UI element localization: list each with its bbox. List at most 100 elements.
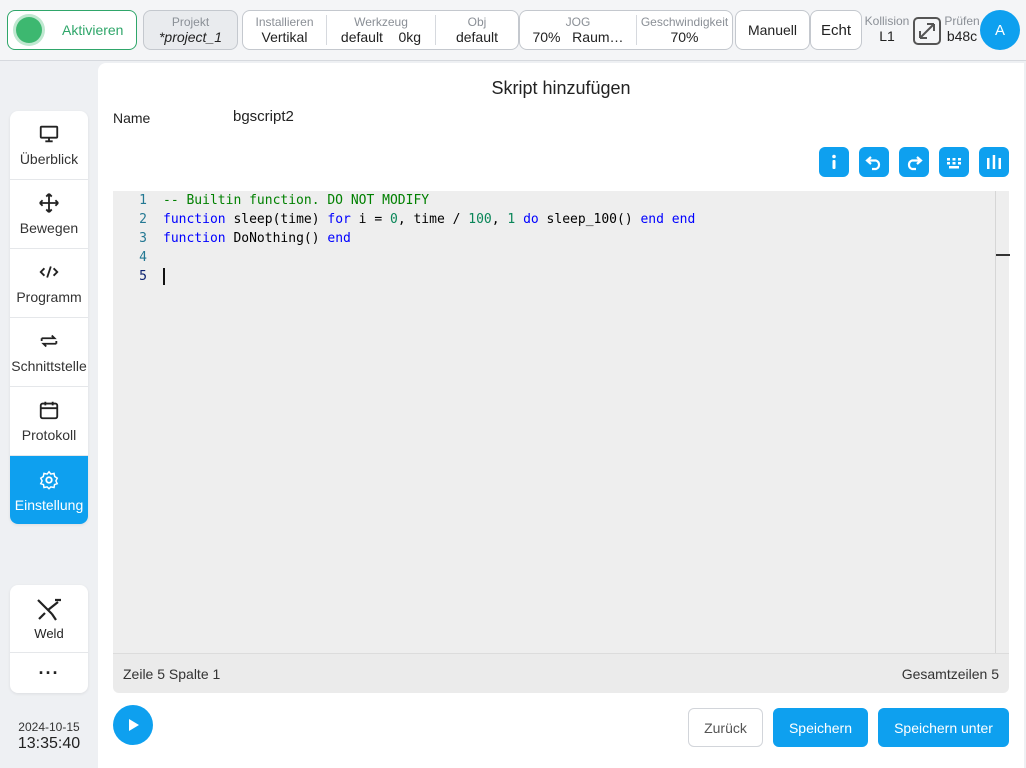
- manual-mode-button[interactable]: Manuell: [735, 10, 810, 50]
- project-selector[interactable]: Projekt *project_1: [143, 10, 238, 50]
- weld-label: Weld: [34, 625, 64, 641]
- sidebar-item-label: Programm: [16, 289, 82, 305]
- sidebar-item-label: Protokoll: [21, 427, 77, 443]
- redo-icon: [907, 156, 923, 171]
- clock-date: 2024-10-15: [18, 720, 80, 734]
- weld-torch-icon: [37, 598, 61, 621]
- sidebar-item-label: Bewegen: [19, 220, 79, 236]
- columns-icon: [987, 155, 1001, 169]
- code-editor[interactable]: 1 2 3 4 5 -- Builtin function. DO NOT MO…: [113, 191, 1010, 653]
- save-as-button[interactable]: Speichern unter: [878, 708, 1009, 747]
- gear-icon: [39, 470, 59, 490]
- activate-label: Aktivieren: [62, 22, 124, 38]
- back-button[interactable]: Zurück: [688, 708, 763, 747]
- keyboard-button[interactable]: [939, 147, 969, 177]
- jog-cell[interactable]: JOG 70% Raum…: [520, 15, 637, 45]
- collision-value: L1: [879, 28, 895, 44]
- keyboard-icon: [947, 158, 961, 169]
- tool-weight: 0kg: [398, 29, 422, 45]
- code-line[interactable]: -- Builtin function. DO NOT MODIFY: [163, 191, 695, 210]
- status-led-icon: [16, 17, 42, 43]
- redo-button[interactable]: [899, 147, 929, 177]
- scroll-position-marker: [996, 254, 1010, 256]
- clock: 2024-10-15 13:35:40: [10, 720, 88, 753]
- info-icon: [832, 154, 836, 169]
- undo-icon: [865, 156, 881, 171]
- install-cell[interactable]: Installieren Vertikal: [243, 15, 327, 45]
- name-label: Name: [113, 110, 151, 126]
- speed-cell[interactable]: Geschwindigkeit 70%: [637, 15, 732, 45]
- activate-button[interactable]: Aktivieren: [7, 10, 137, 50]
- play-icon: [129, 719, 139, 731]
- project-caption: Projekt: [171, 15, 210, 29]
- sidebar-item-overview[interactable]: Überblick: [10, 111, 88, 180]
- project-value: *project_1: [158, 29, 223, 45]
- columns-button[interactable]: [979, 147, 1009, 177]
- name-field[interactable]: bgscript2: [233, 108, 294, 125]
- sidebar-item-label: Schnittstelle: [11, 358, 87, 374]
- sidebar-item-weld[interactable]: Weld: [10, 585, 88, 653]
- line-number: 4: [139, 250, 147, 265]
- code-line[interactable]: [163, 267, 695, 286]
- object-value: default: [455, 29, 499, 45]
- monitor-icon: [39, 125, 59, 143]
- check-indicator[interactable]: Prüfen b48c: [944, 14, 980, 45]
- check-caption: Prüfen: [944, 14, 980, 28]
- jog-caption: JOG: [565, 15, 591, 29]
- code-line[interactable]: [163, 248, 695, 267]
- sidebar-item-program[interactable]: Programm: [10, 249, 88, 318]
- speed-value: 70%: [670, 29, 699, 45]
- sidebar-item-log[interactable]: Protokoll: [10, 387, 88, 456]
- install-group[interactable]: Installieren Vertikal Werkzeug default 0…: [242, 10, 519, 50]
- collision-indicator[interactable]: Kollision L1: [864, 14, 910, 45]
- sidebar-item-label: Einstellung: [14, 496, 84, 513]
- jog-speed-group[interactable]: JOG 70% Raum… Geschwindigkeit 70%: [519, 10, 733, 50]
- save-button[interactable]: Speichern: [773, 708, 868, 747]
- line-number: 5: [139, 269, 147, 284]
- script-dialog: Skript hinzufügen Name bgscript2 1 2 3 4…: [98, 63, 1024, 768]
- editor-status-bar: Zeile 5 Spalte 1 Gesamtzeilen 5: [113, 653, 1009, 693]
- collision-caption: Kollision: [864, 14, 910, 28]
- editor-scrollbar[interactable]: [995, 191, 1010, 653]
- editor-toolbar: [819, 147, 1009, 177]
- sidebar-nav: Überblick Bewegen Programm Schnittstelle…: [10, 111, 88, 524]
- info-button[interactable]: [819, 147, 849, 177]
- avatar[interactable]: A: [980, 10, 1020, 50]
- code-icon: [39, 266, 59, 278]
- line-number-gutter: 1 2 3 4 5: [113, 191, 153, 653]
- speed-caption: Geschwindigkeit: [640, 15, 729, 29]
- line-number: 3: [139, 231, 147, 246]
- real-mode-button[interactable]: Echt: [810, 10, 862, 50]
- clock-time: 13:35:40: [17, 735, 81, 752]
- run-script-button[interactable]: [113, 705, 153, 745]
- more-menu-icon[interactable]: ···: [10, 653, 88, 693]
- line-number: 2: [139, 212, 147, 227]
- sidebar-item-interface[interactable]: Schnittstelle: [10, 318, 88, 387]
- jog-percent: 70%: [532, 29, 561, 45]
- code-line[interactable]: function sleep(time) for i = 0, time / 1…: [163, 210, 695, 229]
- move-icon: [39, 193, 59, 213]
- check-value: b48c: [946, 28, 978, 44]
- object-caption: Obj: [467, 15, 487, 29]
- object-cell[interactable]: Obj default: [436, 15, 518, 45]
- jog-mode: Raum…: [572, 29, 624, 45]
- total-lines: Gesamtzeilen 5: [901, 665, 999, 682]
- undo-button[interactable]: [859, 147, 889, 177]
- text-cursor: [163, 268, 165, 285]
- code-text[interactable]: -- Builtin function. DO NOT MODIFY functi…: [163, 191, 695, 286]
- tool-cell[interactable]: Werkzeug default 0kg: [327, 15, 436, 45]
- install-value: Vertikal: [261, 29, 308, 45]
- page-title: Skript hinzufügen: [491, 78, 631, 98]
- sidebar-item-settings[interactable]: Einstellung: [10, 456, 88, 524]
- code-line[interactable]: function DoNothing() end: [163, 229, 695, 248]
- calendar-icon: [39, 401, 59, 420]
- jog-value: 70% Raum…: [520, 29, 636, 46]
- sidebar-item-move[interactable]: Bewegen: [10, 180, 88, 249]
- tool-value: default 0kg: [327, 29, 435, 46]
- tool-name: default: [340, 29, 383, 45]
- sidebar-extra: Weld ···: [10, 585, 88, 693]
- tool-caption: Werkzeug: [354, 15, 408, 29]
- install-caption: Installieren: [255, 15, 314, 29]
- top-bar: Aktivieren Projekt *project_1 Installier…: [0, 0, 1026, 61]
- expand-icon[interactable]: [912, 16, 942, 46]
